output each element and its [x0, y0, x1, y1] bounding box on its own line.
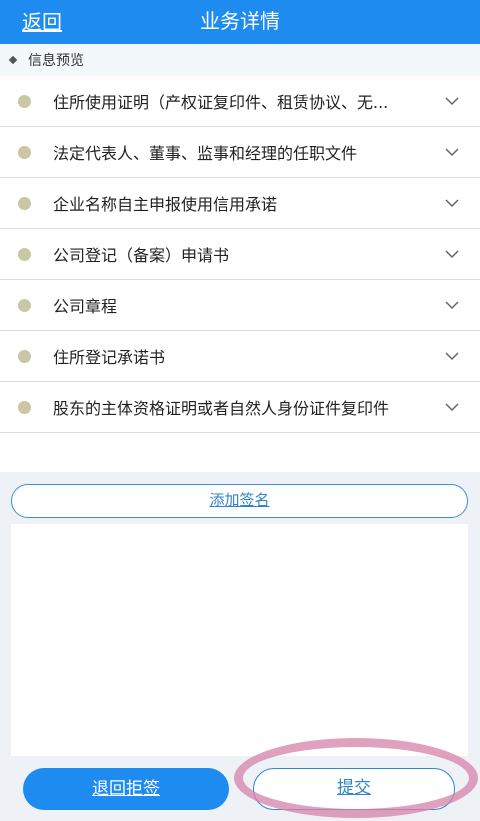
- section-header: 信息预览: [0, 44, 480, 76]
- chevron-down-icon[interactable]: [444, 144, 460, 160]
- document-row[interactable]: 法定代表人、董事、监事和经理的任职文件: [0, 127, 480, 178]
- chevron-down-icon[interactable]: [444, 195, 460, 211]
- chevron-down-icon[interactable]: [444, 348, 460, 364]
- document-row[interactable]: 公司章程: [0, 280, 480, 331]
- document-row[interactable]: 公司登记（备案）申请书: [0, 229, 480, 280]
- chevron-down-icon[interactable]: [444, 246, 460, 262]
- chevron-down-icon[interactable]: [444, 93, 460, 109]
- dot-icon: [18, 196, 31, 210]
- document-label: 法定代表人、董事、监事和经理的任职文件: [53, 144, 358, 163]
- dot-icon: [18, 145, 31, 159]
- document-label: 住所登记承诺书: [53, 348, 166, 367]
- document-list: 住所使用证明（产权证复印件、租赁协议、无... 法定代表人、董事、监事和经理的任…: [0, 76, 480, 472]
- page-title: 业务详情: [200, 9, 280, 33]
- document-label: 住所使用证明（产权证复印件、租赁协议、无...: [53, 93, 389, 112]
- chevron-down-icon[interactable]: [444, 399, 460, 415]
- add-signature-button[interactable]: 添加签名: [11, 484, 468, 518]
- dot-icon: [18, 298, 31, 312]
- document-row[interactable]: 企业名称自主申报使用信用承诺: [0, 178, 480, 229]
- section-title: 信息预览: [28, 53, 84, 69]
- document-row[interactable]: 住所使用证明（产权证复印件、租赁协议、无...: [0, 76, 480, 127]
- document-label: 公司登记（备案）申请书: [53, 246, 230, 265]
- document-label: 公司章程: [53, 297, 118, 316]
- document-row[interactable]: 股东的主体资格证明或者自然人身份证件复印件: [0, 382, 480, 433]
- reject-button[interactable]: 退回拒签: [23, 768, 229, 810]
- document-label: 企业名称自主申报使用信用承诺: [53, 195, 278, 214]
- chevron-down-icon[interactable]: [444, 297, 460, 313]
- diamond-icon: [8, 55, 18, 65]
- document-row[interactable]: 住所登记承诺书: [0, 331, 480, 382]
- document-label: 股东的主体资格证明或者自然人身份证件复印件: [53, 399, 390, 418]
- top-bar: 返回 业务详情: [0, 0, 480, 44]
- signature-canvas[interactable]: [11, 524, 468, 756]
- dot-icon: [18, 94, 31, 108]
- dot-icon: [18, 349, 31, 363]
- dot-icon: [18, 247, 31, 261]
- dot-icon: [18, 400, 31, 414]
- submit-button[interactable]: 提交: [253, 768, 455, 810]
